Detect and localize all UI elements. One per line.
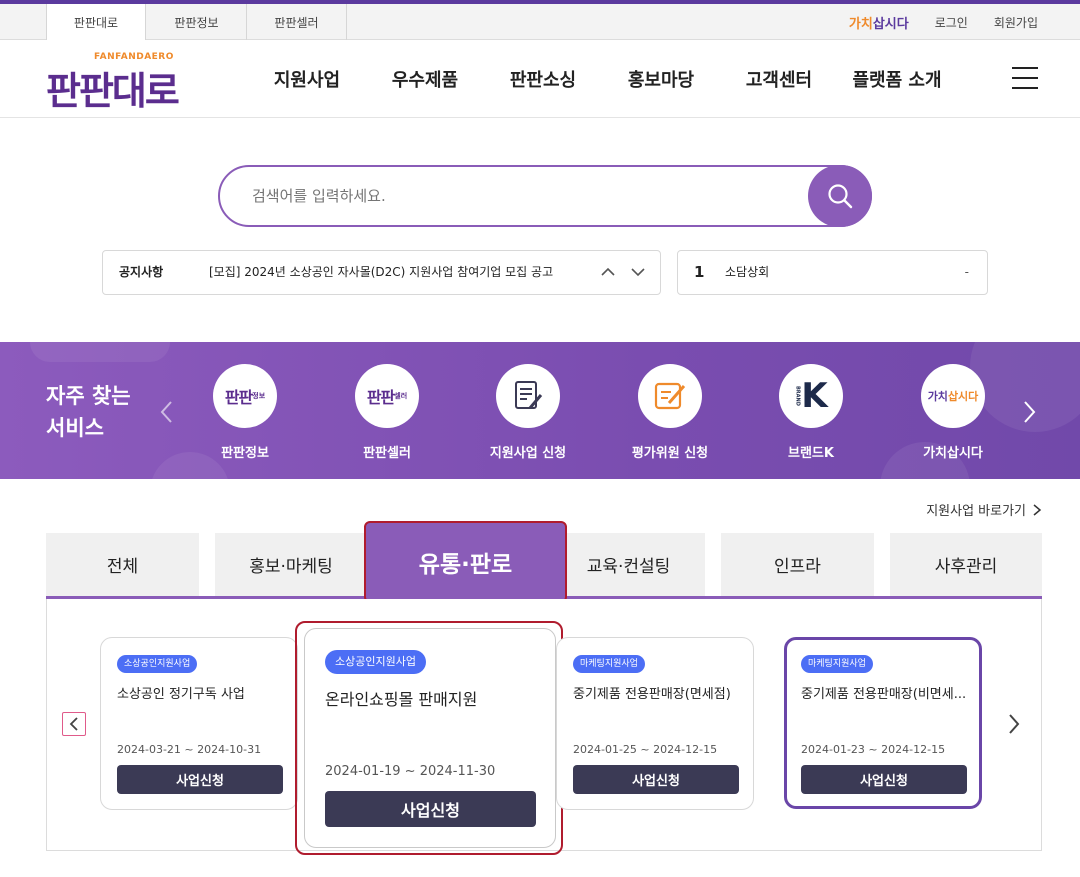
rank-change: - [964,265,969,279]
service-label: 평가위원 신청 [631,446,709,461]
chevron-left-icon[interactable] [158,398,176,426]
service-fanfan-info[interactable]: 판판 정보 판판정보 [185,364,305,461]
nav-excellent-products[interactable]: 우수제품 [366,66,484,92]
main-header: FANFANDAERO 판판대로 지원사업 우수제품 판판소싱 홍보마당 고객센… [0,40,1080,118]
program-card[interactable]: 소상공인지원사업 소상공인 정기구독 사업 2024-03-21 ~ 2024-… [100,637,298,810]
rank-number: 1 [694,263,705,281]
service-brand-k[interactable]: BRAND K 브랜드K [751,364,871,461]
apply-button[interactable]: 사업신청 [325,791,536,827]
utility-links: 가치삽시다 로그인 회원가입 [849,4,1038,40]
tab-education-consulting[interactable]: 교육·컨설팅 [552,533,705,596]
chevron-right-icon[interactable] [1020,398,1038,426]
gachi-logo-icon: 가치 삽시다 [921,364,985,428]
service-fanfan-seller[interactable]: 판판 셀러 판판셀러 [327,364,447,461]
brand-k-icon: BRAND K [779,364,843,428]
tab-promo-marketing[interactable]: 홍보·마케팅 [215,533,367,596]
nav-support-programs[interactable]: 지원사업 [248,66,366,92]
service-label: 브랜드K [788,446,834,461]
card-title: 소상공인 정기구독 사업 [117,687,245,702]
nav-promotion[interactable]: 홍보마당 [602,66,720,92]
popular-keyword-ticker[interactable]: 1 소담상회 - [677,250,988,295]
chevron-down-icon[interactable] [630,263,646,281]
tab-all[interactable]: 전체 [46,533,199,596]
tab-infrastructure[interactable]: 인프라 [721,533,874,596]
card-date-range: 2024-01-25 ~ 2024-12-15 [573,743,718,756]
signup-link[interactable]: 회원가입 [994,14,1038,31]
search-bar [218,165,872,227]
document-pen-icon [496,364,560,428]
program-card[interactable]: 마케팅지원사업 중기제품 전용판매장(비면세... 2024-01-23 ~ 2… [784,637,982,809]
nav-platform-intro[interactable]: 플랫폼 소개 [838,66,956,92]
card-title: 중기제품 전용판매장(비면세... [801,687,967,702]
chevron-right-icon [1033,503,1042,516]
chevron-up-icon[interactable] [600,263,616,281]
nav-customer-center[interactable]: 고객센터 [720,66,838,92]
card-date-range: 2024-03-21 ~ 2024-10-31 [117,743,262,756]
notice-label: 공지사항 [119,265,164,279]
rank-keyword[interactable]: 소담상회 [725,251,769,294]
notice-text[interactable]: [모집] 2024년 소상공인 자사몰(D2C) 지원사업 참여기업 모집 공고 [209,251,553,294]
category-badge: 마케팅지원사업 [801,655,873,673]
site-logo[interactable]: FANFANDAERO 판판대로 [46,50,198,113]
notice-ticker[interactable]: 공지사항 [모집] 2024년 소상공인 자사몰(D2C) 지원사업 참여기업 … [102,250,661,295]
service-program-apply[interactable]: 지원사업 신청 [468,364,588,461]
frequent-services-banner: 자주 찾는 서비스 판판 정보 판판정보 판판 셀러 판판셀러 지원사업 신청 평가… [0,342,1080,479]
service-label: 가치삽시다 [923,446,983,461]
logo-korean-text: 판판대로 [46,69,180,113]
nav-sourcing[interactable]: 판판소싱 [484,66,602,92]
program-card-featured[interactable]: 소상공인지원사업 온라인쇼핑몰 판매지원 2024-01-19 ~ 2024-1… [304,628,556,848]
search-button[interactable] [808,165,872,227]
notice-arrows [600,263,646,281]
fanfan-info-logo-icon: 판판 정보 [213,364,277,428]
card-title: 온라인쇼핑몰 판매지원 [325,690,478,709]
services-title: 자주 찾는 서비스 [46,384,131,440]
card-date-range: 2024-01-23 ~ 2024-12-15 [801,743,946,756]
search-input[interactable] [252,167,792,225]
service-evaluator-apply[interactable]: 평가위원 신청 [610,364,730,461]
tab-aftercare[interactable]: 사후관리 [890,533,1042,596]
apply-button[interactable]: 사업신청 [573,765,739,794]
hamburger-icon[interactable] [1012,67,1038,89]
support-shortcut-link[interactable]: 지원사업 바로가기 [926,500,1042,519]
card-title: 중기제품 전용판매장(면세점) [573,687,731,702]
shortcut-label: 지원사업 바로가기 [926,504,1026,519]
fanfan-seller-logo-icon: 판판 셀러 [355,364,419,428]
site-tab-fanfan-info[interactable]: 판판정보 [147,4,247,40]
gachi-link-logo[interactable]: 가치삽시다 [849,13,909,32]
service-label: 판판정보 [221,446,269,461]
chevron-left-icon [69,717,78,731]
category-badge: 마케팅지원사업 [573,655,645,673]
category-badge: 소상공인지원사업 [325,650,426,674]
decor-pill [30,342,170,362]
program-card[interactable]: 마케팅지원사업 중기제품 전용판매장(면세점) 2024-01-25 ~ 202… [556,637,754,810]
utility-bar: 판판대로 판판정보 판판셀러 가치삽시다 로그인 회원가입 [0,4,1080,41]
service-label: 판판셀러 [363,446,411,461]
search-icon [828,184,853,209]
apply-button[interactable]: 사업신청 [801,765,967,794]
chevron-right-icon[interactable] [1006,712,1022,736]
login-link[interactable]: 로그인 [935,14,968,31]
site-tab-fanfan-seller[interactable]: 판판셀러 [247,4,347,40]
cards-prev-button[interactable] [62,712,86,736]
edit-note-icon [638,364,702,428]
tab-distribution-sales[interactable]: 유통·판로 [364,521,567,603]
site-tab-fanfandaero[interactable]: 판판대로 [46,4,146,41]
service-label: 지원사업 신청 [489,446,567,461]
category-badge: 소상공인지원사업 [117,655,198,673]
apply-button[interactable]: 사업신청 [117,765,283,794]
card-date-range: 2024-01-19 ~ 2024-11-30 [325,764,496,779]
main-nav: 지원사업 우수제품 판판소싱 홍보마당 고객센터 플랫폼 소개 [248,40,956,118]
service-gachi[interactable]: 가치 삽시다 가치삽시다 [893,364,1013,461]
